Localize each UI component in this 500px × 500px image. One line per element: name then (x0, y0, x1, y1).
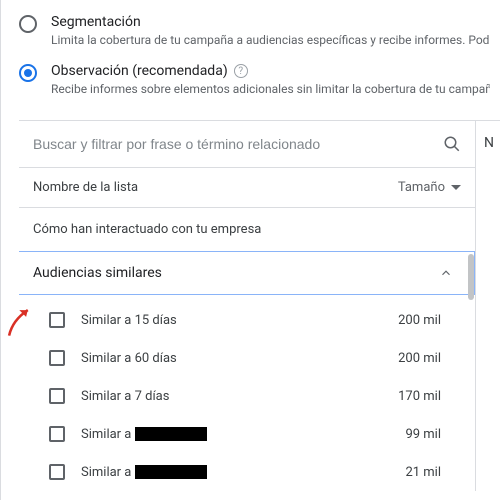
checkbox[interactable] (49, 388, 65, 404)
table-header: Nombre de la lista Tamaño (19, 167, 475, 207)
item-name: Similar a 15 días (81, 313, 391, 328)
column-name[interactable]: Nombre de la lista (33, 180, 398, 195)
column-size-label: Tamaño (398, 180, 445, 195)
option-segmentation[interactable]: Segmentación Limita la cobertura de tu c… (1, 8, 500, 57)
redacted-text (135, 465, 207, 479)
radio-icon (19, 15, 37, 33)
list-item[interactable]: Similar a21 mil (19, 453, 475, 491)
item-size: 21 mil (391, 465, 461, 480)
list-item[interactable]: Similar a 7 días170 mil (19, 377, 475, 415)
option-title-text: Observación (recomendada) (51, 63, 228, 79)
item-name: Similar a (81, 427, 391, 442)
list-item[interactable]: Similar a 60 días200 mil (19, 339, 475, 377)
checkbox[interactable] (49, 464, 65, 480)
redacted-text (135, 427, 207, 441)
option-subtitle: Recibe informes sobre elementos adiciona… (51, 82, 490, 96)
audience-list: Similar a 15 días200 milSimilar a 60 día… (19, 295, 475, 491)
option-title: Observación (recomendada) ? (51, 63, 490, 79)
item-name: Similar a (81, 465, 391, 480)
option-subtitle: Limita la cobertura de tu campaña a audi… (51, 33, 490, 47)
item-size: 200 mil (391, 351, 461, 366)
checkbox[interactable] (49, 312, 65, 328)
accordion-title: Audiencias similares (33, 265, 432, 281)
checkbox[interactable] (49, 350, 65, 366)
item-name: Similar a 7 días (81, 389, 391, 404)
search-input[interactable] (33, 136, 443, 152)
option-text: Segmentación Limita la cobertura de tu c… (51, 14, 490, 47)
item-name: Similar a 60 días (81, 351, 391, 366)
option-text: Observación (recomendada) ? Recibe infor… (51, 63, 490, 96)
option-observation[interactable]: Observación (recomendada) ? Recibe infor… (1, 57, 500, 106)
item-size: 99 mil (391, 427, 461, 442)
chevron-up-icon (432, 266, 468, 280)
search-bar (19, 121, 475, 167)
section-label: Cómo han interactuado con tu empresa (19, 207, 475, 251)
side-column-letter: N (476, 121, 500, 491)
scrollbar-thumb[interactable] (468, 254, 474, 300)
column-size[interactable]: Tamaño (398, 180, 461, 195)
radio-icon (19, 64, 37, 82)
caret-down-icon (451, 185, 461, 190)
list-item[interactable]: Similar a99 mil (19, 415, 475, 453)
item-size: 170 mil (391, 389, 461, 404)
help-icon[interactable]: ? (234, 64, 248, 78)
accordion-similar-audiences[interactable]: Audiencias similares (19, 251, 475, 295)
search-icon[interactable] (443, 135, 461, 153)
list-item[interactable]: Similar a 15 días200 mil (19, 301, 475, 339)
item-size: 200 mil (391, 313, 461, 328)
checkbox[interactable] (49, 426, 65, 442)
option-title: Segmentación (51, 14, 490, 30)
